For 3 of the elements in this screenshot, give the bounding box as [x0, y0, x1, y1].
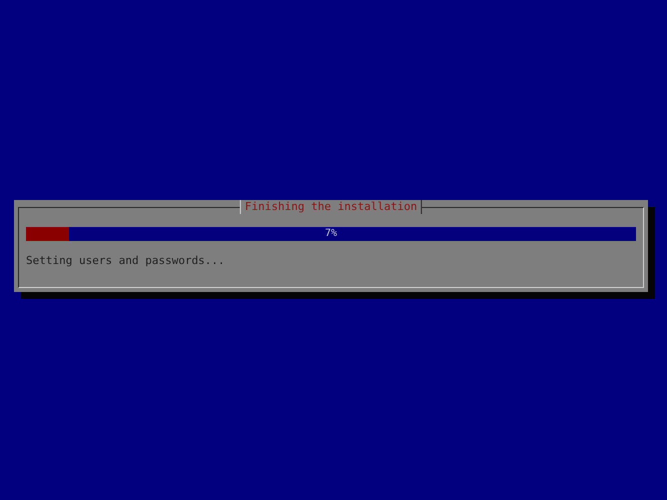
- status-text: Setting users and passwords...: [26, 254, 226, 267]
- dialog-title: Finishing the installation: [240, 200, 422, 214]
- progress-percent: 7%: [324, 227, 338, 241]
